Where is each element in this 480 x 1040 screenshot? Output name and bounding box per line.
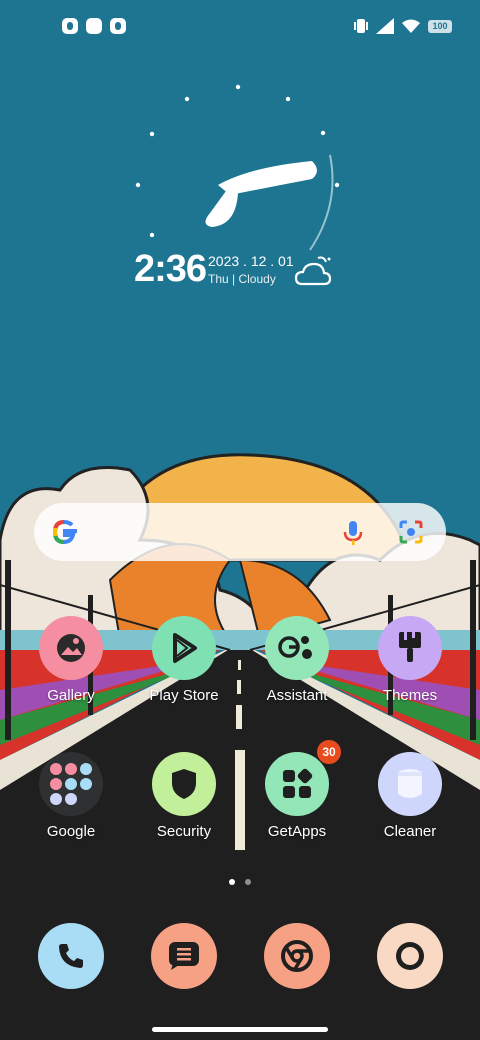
app-icon-bg: [378, 752, 442, 816]
app-icon-bg: [265, 616, 329, 680]
gallery-icon: [57, 634, 85, 662]
signal-icon: [376, 18, 394, 34]
notification-badge: 30: [317, 740, 341, 764]
shield-icon: [172, 769, 196, 799]
system-icons: 100: [354, 18, 452, 34]
notification-square-icon: [86, 18, 102, 34]
clock-tick: [235, 84, 241, 90]
app-label: Security: [156, 823, 212, 840]
gesture-nav-bar[interactable]: [152, 1027, 328, 1032]
app-icon-bg: [152, 616, 216, 680]
clock-time: 2:36: [134, 248, 207, 290]
app-cleaner[interactable]: Cleaner: [355, 752, 465, 840]
app-themes[interactable]: Themes: [355, 616, 465, 704]
lens-icon[interactable]: [398, 519, 424, 545]
clock-date: 2023 . 12 . 01: [208, 253, 294, 269]
assistant-icon: [278, 636, 312, 659]
google-folder-icon: [39, 752, 103, 816]
google-search-bar[interactable]: [34, 503, 446, 561]
dock-chrome[interactable]: [264, 923, 330, 989]
play-store-icon: [173, 633, 197, 663]
google-g-icon: [52, 519, 77, 545]
wifi-icon: [402, 19, 420, 33]
app-icon-bg: [152, 752, 216, 816]
mic-icon[interactable]: [342, 519, 364, 547]
battery-indicator: 100: [428, 19, 452, 33]
app-label: GetApps: [267, 823, 327, 840]
phone-icon: [59, 944, 83, 968]
page-dot-active: [229, 879, 235, 885]
cleaner-icon: [398, 769, 422, 798]
notification-app-icon: [110, 18, 126, 34]
dock-phone[interactable]: [38, 923, 104, 989]
app-icon-bg: 30: [265, 740, 341, 816]
app-icon-bg: [39, 616, 103, 680]
page-indicator: [229, 879, 251, 885]
vibrate-icon: [354, 19, 368, 33]
app-label: Assistant: [266, 687, 328, 704]
app-security[interactable]: Security: [129, 752, 239, 840]
app-label: Cleaner: [383, 823, 437, 840]
dock-messages[interactable]: [151, 923, 217, 989]
folder-google[interactable]: Google: [16, 752, 126, 840]
app-getapps[interactable]: 30 GetApps: [242, 740, 352, 840]
app-label: Google: [46, 823, 96, 840]
app-play-store[interactable]: Play Store: [129, 616, 239, 704]
app-label: Themes: [382, 687, 438, 704]
minute-hand: [218, 161, 317, 195]
app-label: Gallery: [47, 687, 95, 704]
notification-app-icon: [62, 18, 78, 34]
app-label: Play Store: [149, 687, 219, 704]
dock-camera[interactable]: [377, 923, 443, 989]
themes-brush-icon: [399, 632, 421, 662]
messages-icon: [169, 942, 199, 970]
hour-hand: [205, 191, 238, 227]
page-dot: [245, 879, 251, 885]
chrome-icon: [281, 940, 313, 972]
app-icon-bg: [378, 616, 442, 680]
cloudy-night-icon: [294, 256, 332, 286]
getapps-icon: [283, 768, 313, 798]
notification-icons: [62, 18, 126, 34]
status-bar: 100: [0, 0, 480, 56]
app-gallery[interactable]: Gallery: [16, 616, 126, 704]
app-assistant[interactable]: Assistant: [242, 616, 352, 704]
camera-icon: [396, 942, 424, 970]
clock-day-weather: Thu | Cloudy: [208, 272, 276, 286]
